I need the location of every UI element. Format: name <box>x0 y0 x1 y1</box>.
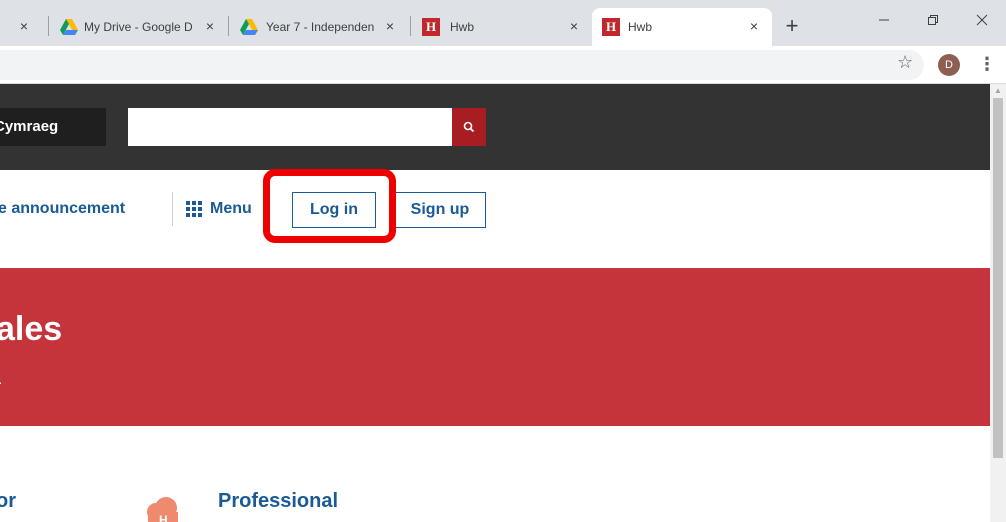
menu-label: Menu <box>210 200 252 217</box>
highlight-annotation <box>263 169 396 243</box>
vertical-scrollbar[interactable]: ▲ <box>990 84 1006 522</box>
google-drive-icon <box>240 19 258 35</box>
menu-button[interactable]: Menu <box>186 200 252 218</box>
minimize-icon[interactable] <box>872 10 896 34</box>
hero-title: ales <box>0 310 63 348</box>
browser-tab-hwb-active[interactable]: H Hwb × <box>592 8 772 46</box>
scroll-up-arrow-icon[interactable]: ▲ <box>990 84 1006 98</box>
search-button[interactable] <box>452 108 486 146</box>
bookmark-star-icon[interactable]: ☆ <box>897 52 913 73</box>
google-drive-icon <box>60 19 78 35</box>
tab-close-icon[interactable]: × <box>202 18 218 34</box>
nav-divider <box>172 192 173 226</box>
hero-banner: ales s. <box>0 268 990 426</box>
new-tab-button[interactable]: + <box>782 15 802 37</box>
scrollbar-thumb[interactable] <box>993 98 1003 458</box>
section-heading-professional[interactable]: Professional <box>218 490 338 513</box>
services-section: or H Professional <box>0 426 990 522</box>
signup-button[interactable]: Sign up <box>394 192 486 228</box>
tab-title: Hwb <box>628 20 653 34</box>
browser-tab-hwb[interactable]: H Hwb × <box>414 8 586 46</box>
hero-subtitle: s. <box>0 372 2 387</box>
profile-avatar[interactable]: D <box>938 54 960 76</box>
search-icon <box>463 121 475 133</box>
tab-separator <box>228 16 229 36</box>
cloud-hwb-icon: H <box>147 497 178 522</box>
language-toggle-button[interactable]: Cymraeg <box>0 108 106 146</box>
page-viewport: Cymraeg e announcement Menu Log in Sign … <box>0 84 990 522</box>
tab-title: Year 7 - Independen <box>266 20 375 34</box>
hwb-icon: H <box>422 18 440 36</box>
tab-separator <box>410 16 411 36</box>
section-heading-left[interactable]: or <box>0 490 16 513</box>
tab-close-icon[interactable]: × <box>746 18 762 34</box>
tab-title: My Drive - Google D <box>84 20 193 34</box>
tab-strip: × My Drive - Google D × Year 7 - Indepen… <box>0 0 1006 46</box>
restore-icon[interactable] <box>921 10 945 34</box>
tab-separator <box>48 16 49 36</box>
language-label: Cymraeg <box>0 118 59 135</box>
tab-title: Hwb <box>450 20 475 34</box>
grid-menu-icon <box>186 201 202 217</box>
close-icon[interactable] <box>970 10 994 34</box>
hwb-icon: H <box>602 18 620 36</box>
browser-tab[interactable]: × <box>0 8 40 46</box>
browser-tab-year7[interactable]: Year 7 - Independen × <box>230 8 402 46</box>
browser-menu-icon[interactable]: ⋮ <box>978 54 996 75</box>
tab-close-icon[interactable]: × <box>382 18 398 34</box>
browser-toolbar: ☆ D ⋮ <box>0 46 1006 84</box>
announcement-link[interactable]: e announcement <box>0 200 125 218</box>
tab-close-icon[interactable]: × <box>566 18 582 34</box>
browser-tab-my-drive[interactable]: My Drive - Google D × <box>50 8 222 46</box>
svg-text:H: H <box>159 513 168 522</box>
site-header: Cymraeg <box>0 84 990 170</box>
tab-close-icon[interactable]: × <box>16 18 32 34</box>
search-input[interactable] <box>128 108 452 146</box>
address-bar[interactable] <box>0 50 924 80</box>
